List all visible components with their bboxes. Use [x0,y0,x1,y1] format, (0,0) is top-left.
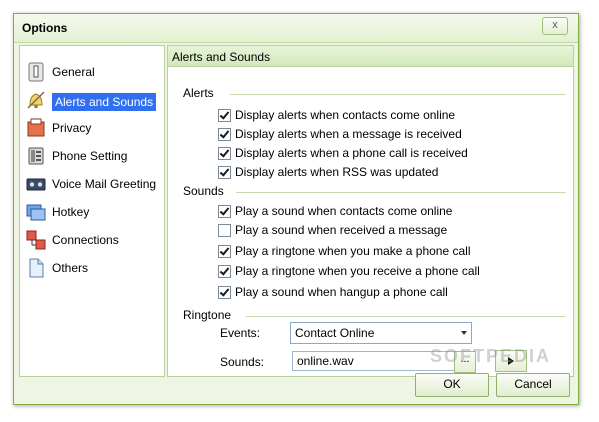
keyboard-icon [26,204,46,221]
settings-panel: Alerts and Sounds Alerts Display alerts … [167,45,574,377]
sidebar-item-others[interactable]: Others [22,256,154,282]
alerts-divider [230,94,566,95]
checkbox-box[interactable] [218,224,231,237]
sidebar: General Alerts and Sounds Privacy Phone … [19,45,165,377]
ok-button[interactable]: OK [415,373,489,397]
sidebar-item-label: General [52,65,95,79]
sidebar-item-label: Phone Setting [52,149,128,163]
tape-icon [26,178,46,191]
sidebar-item-alerts-and-sounds[interactable]: Alerts and Sounds [22,88,157,114]
checkbox-label: Display alerts when contacts come online [235,108,456,122]
panel-header: Alerts and Sounds [168,46,573,67]
sidebar-item-label: Alerts and Sounds [52,93,157,111]
sidebar-item-voice-mail-greeting[interactable]: Voice Mail Greeting [22,172,157,198]
options-dialog: Options x General Alerts and Sounds Priv… [13,13,579,405]
document-icon [29,258,44,278]
checkbox-box[interactable] [218,147,231,160]
alerts-section-label: Alerts [183,86,214,100]
checkbox-label: Play a ringtone when you receive a phone… [235,264,480,278]
ringtone-divider [246,316,566,317]
sidebar-item-label: Others [52,261,89,275]
events-label: Events: [220,326,261,340]
sounds-section-label: Sounds [183,184,224,198]
checkbox-box[interactable] [218,166,231,179]
sidebar-item-label: Hotkey [52,205,90,219]
checkbox-label: Display alerts when RSS was updated [235,165,439,179]
sidebar-item-privacy[interactable]: Privacy [22,116,154,142]
panel-title: Alerts and Sounds [172,50,271,64]
phone-icon [28,147,44,165]
chevron-down-icon [461,331,467,335]
checkbox-label: Display alerts when a message is receive… [235,127,462,141]
sounds-label: Sounds: [220,355,265,369]
bell-icon [27,91,45,109]
checkbox-box[interactable] [218,109,231,122]
sidebar-item-label: Privacy [52,121,92,135]
checkbox-label: Play a sound when received a message [235,223,448,237]
sidebar-item-hotkey[interactable]: Hotkey [22,200,154,226]
events-value: Contact Online [295,326,375,340]
checkbox-label: Play a sound when hangup a phone call [235,285,448,299]
softpedia-watermark: SOFTPEDIA [430,346,552,366]
lock-icon [27,118,45,137]
cancel-button[interactable]: Cancel [496,373,570,397]
checkbox-box[interactable] [218,286,231,299]
events-dropdown[interactable]: Contact Online [290,322,472,344]
checkbox-label: Display alerts when a phone call is rece… [235,146,468,160]
switch-icon [28,62,44,82]
checkbox-box[interactable] [218,205,231,218]
window-title: Options [22,21,68,35]
sounds-divider [236,192,566,193]
checkbox-box[interactable] [218,128,231,141]
sidebar-item-connections[interactable]: Connections [22,228,154,254]
checkbox-box[interactable] [218,245,231,258]
ringtone-section-label: Ringtone [183,308,232,322]
close-button[interactable]: x [542,17,568,35]
title-bar: Options x [14,14,578,43]
checkbox-box[interactable] [218,265,231,278]
sidebar-item-label: Connections [52,233,119,247]
sidebar-item-phone-setting[interactable]: Phone Setting [22,144,154,170]
checkbox-label: Play a ringtone when you make a phone ca… [235,244,471,258]
checkbox-label: Play a sound when contacts come online [235,204,453,218]
sidebar-item-label: Voice Mail Greeting [52,177,157,191]
sidebar-item-general[interactable]: General [22,60,154,86]
network-icon [26,230,46,250]
